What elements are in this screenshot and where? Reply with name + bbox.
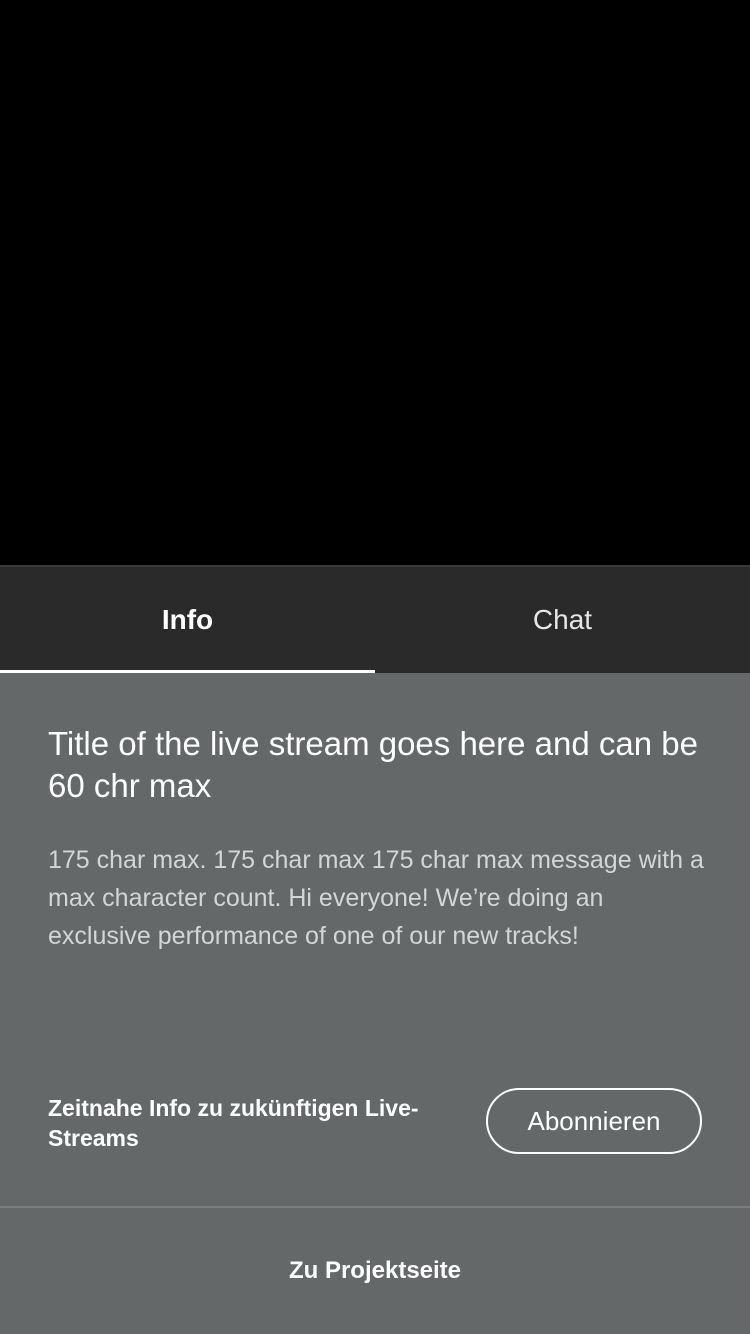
project-page-link-label: Zu Projektseite (288, 1257, 462, 1284)
stream-description: 175 char max. 175 char max 175 char max … (48, 846, 704, 950)
subscribe-info-text: Zeitnahe Info zu zukünftigen Live-Stream… (48, 1095, 419, 1151)
tab-chat-label: Chat (532, 604, 593, 635)
live-stream-screen: Info Chat Title of the live stream goes … (0, 0, 750, 1334)
subscribe-button[interactable]: Abonnieren (486, 1088, 702, 1154)
video-player[interactable] (0, 0, 750, 565)
subscribe-row: Zeitnahe Info zu zukünftigen Live-Stream… (48, 1088, 702, 1158)
info-panel: Title of the live stream goes here and c… (0, 673, 750, 1334)
project-page-link[interactable]: Zu Projektseite (0, 1208, 750, 1334)
stream-title: Title of the live stream goes here and c… (48, 725, 698, 804)
tab-info-label: Info (161, 604, 214, 635)
tab-chat[interactable]: Chat (375, 567, 750, 673)
tab-info[interactable]: Info (0, 567, 375, 673)
tab-bar: Info Chat (0, 567, 750, 673)
